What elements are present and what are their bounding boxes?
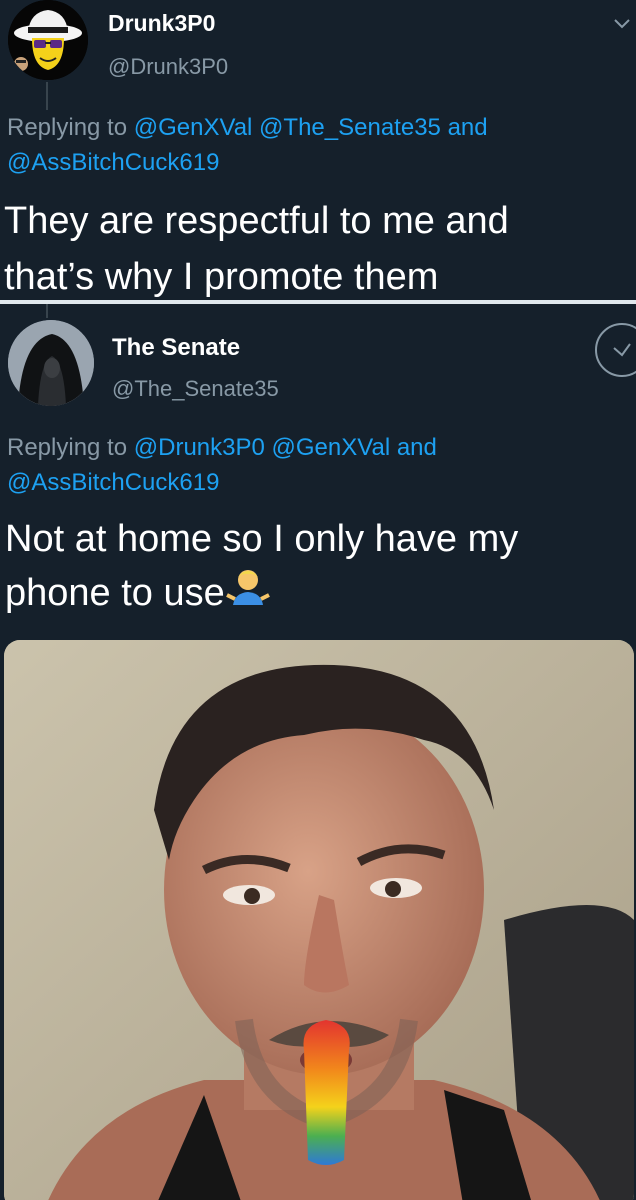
hooded-figure-avatar-icon xyxy=(8,320,94,406)
avatar[interactable] xyxy=(8,0,88,80)
tweet-text-line: that’s why I promote them xyxy=(4,256,439,298)
handle[interactable]: @Drunk3P0 xyxy=(108,54,228,80)
reply-and: and xyxy=(447,114,488,141)
tweet-text-line: phone to use xyxy=(5,565,630,619)
chevron-down-icon[interactable] xyxy=(610,12,634,36)
thread-connector xyxy=(46,304,48,318)
reply-mentions[interactable]: @Drunk3P0 @GenXVal xyxy=(134,434,390,461)
tweet-drunk3p0[interactable]: Drunk3P0 @Drunk3P0 Replying to @GenXVal … xyxy=(0,0,636,300)
avatar[interactable] xyxy=(8,320,94,406)
tweet-photo[interactable] xyxy=(4,640,634,1200)
display-name[interactable]: The Senate xyxy=(112,334,240,362)
replying-prefix: Replying to xyxy=(7,114,128,141)
replying-to: Replying to @Drunk3P0 @GenXVal and @AssB… xyxy=(7,430,627,500)
tweet-text-line: They are respectful to me and xyxy=(4,200,509,242)
tweet-text-line: Not at home so I only have my xyxy=(5,518,519,560)
reply-and: and xyxy=(396,434,437,461)
follow-circle-icon[interactable] xyxy=(594,322,636,378)
thread-connector xyxy=(46,82,48,110)
tweet-text: Not at home so I only have my phone to u… xyxy=(5,513,630,619)
replying-prefix: Replying to xyxy=(7,434,128,461)
divider xyxy=(0,300,636,304)
replying-to: Replying to @GenXVal @The_Senate35 and @… xyxy=(7,110,627,180)
handle[interactable]: @The_Senate35 xyxy=(112,376,279,402)
reply-mention-extra[interactable]: @AssBitchCuck619 xyxy=(7,469,219,496)
tweet-text-line-2: phone to use xyxy=(5,572,225,614)
display-name[interactable]: Drunk3P0 xyxy=(108,10,215,37)
reply-mention-extra[interactable]: @AssBitchCuck619 xyxy=(7,149,219,176)
reply-mentions[interactable]: @GenXVal @The_Senate35 xyxy=(134,114,441,141)
photo-image xyxy=(4,640,634,1200)
cartoon-skull-avatar-icon xyxy=(8,0,88,80)
man-shrugging-emoji-icon xyxy=(225,565,271,611)
thread-screen: Drunk3P0 @Drunk3P0 Replying to @GenXVal … xyxy=(0,0,636,1200)
tweet-text: They are respectful to me and that’s why… xyxy=(4,193,629,305)
